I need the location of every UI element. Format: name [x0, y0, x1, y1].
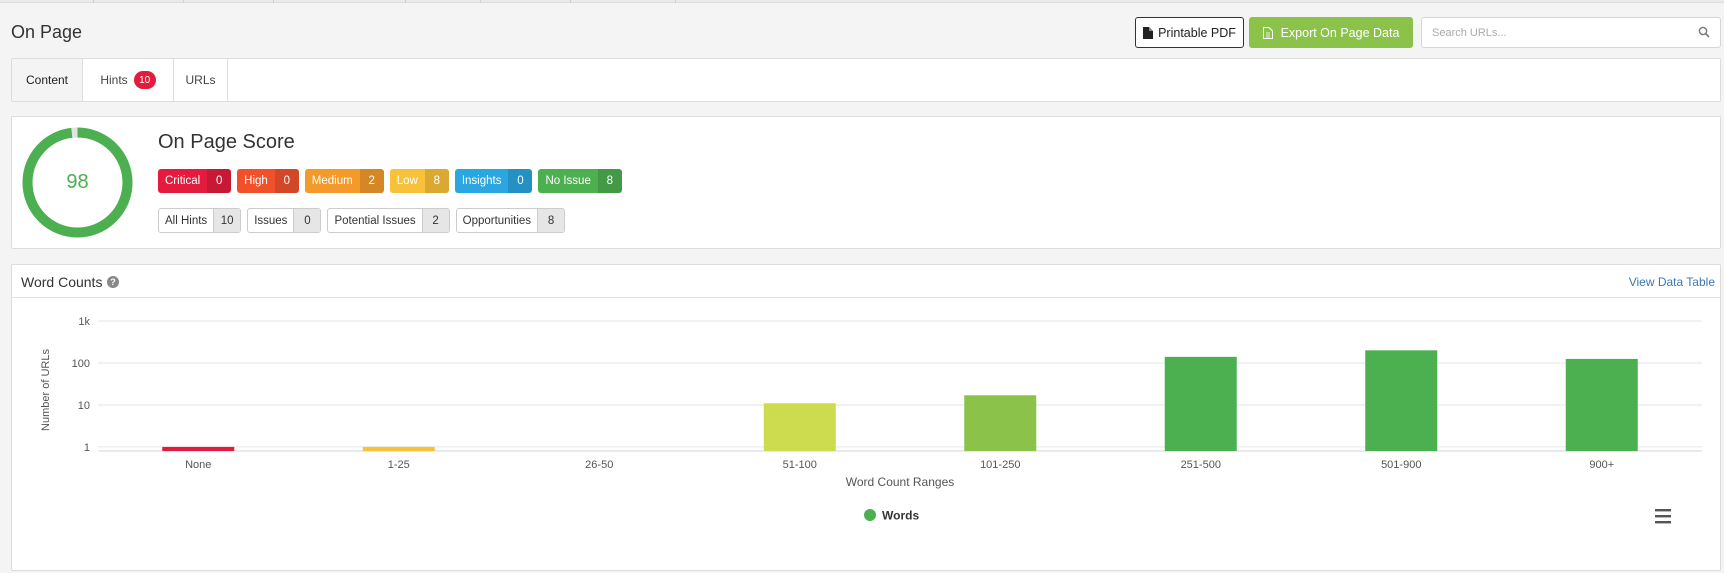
y-tick-label: 100: [72, 358, 90, 370]
hint-count: 2: [421, 209, 449, 232]
export-label: Export On Page Data: [1280, 25, 1400, 40]
legend-marker: [864, 509, 876, 521]
bar: [1365, 350, 1438, 451]
page-title: On Page: [11, 22, 83, 42]
chart-menu-icon[interactable]: [1655, 515, 1671, 518]
hint-count: 0: [293, 209, 321, 232]
y-tick-label: 1k: [78, 316, 90, 328]
score-value: 98: [66, 171, 89, 193]
x-axis-title: Word Count Ranges: [846, 475, 955, 489]
hint-type-filters: All Hints 10 Issues 0 Potential Issues 2…: [158, 208, 566, 233]
tab-hints[interactable]: Hints 10: [83, 59, 174, 101]
severity-count: 8: [597, 169, 622, 193]
hint-label: Opportunities: [462, 214, 532, 227]
word-counts-header: Word Counts ? View Data Table: [12, 265, 1720, 298]
x-tick-label: 101-250: [980, 459, 1020, 471]
y-tick-label: 1: [84, 442, 90, 454]
hint-label: Potential Issues: [334, 214, 416, 227]
top-tab-strip: [0, 0, 1724, 3]
word-counts-panel: Word Counts ? View Data Table 1 10 100 1k No…: [11, 264, 1721, 571]
spreadsheet-file-icon: [1262, 26, 1273, 39]
search-urls-input[interactable]: [1422, 18, 1682, 47]
severity-count: 0: [207, 169, 232, 193]
severity-low[interactable]: Low 8: [389, 169, 449, 193]
printable-pdf-label: Printable PDF: [1158, 25, 1236, 40]
severity-label: Medium: [311, 175, 353, 187]
x-tick-label: 501-900: [1381, 459, 1421, 471]
severity-critical[interactable]: Critical 0: [158, 169, 232, 193]
severity-filters: Critical 0 High 0 Medium 2 Low 8 Insight…: [158, 169, 622, 193]
search-urls-box: [1421, 17, 1721, 48]
filter-all-hints[interactable]: All Hints 10: [158, 208, 242, 233]
x-tick-label: None: [185, 459, 211, 471]
export-on-page-data-button[interactable]: Export On Page Data: [1249, 17, 1413, 48]
severity-count: 0: [508, 169, 533, 193]
severity-medium[interactable]: Medium 2: [304, 169, 384, 193]
tab-content-label: Content: [25, 73, 69, 87]
word-counts-chart: 1 10 100 1k None 1-25 26-50 51-100 101-250 251-50…: [40, 316, 1702, 524]
hint-count: 8: [537, 209, 565, 232]
hint-label: Issues: [254, 214, 288, 227]
tab-urls-label: URLs: [185, 73, 216, 87]
x-tick-label: 51-100: [783, 459, 817, 471]
severity-label: Low: [396, 175, 418, 187]
printable-pdf-button[interactable]: Printable PDF: [1135, 17, 1244, 48]
word-counts-title: Word Counts ?: [21, 274, 120, 290]
x-tick-label: 1-25: [388, 459, 410, 471]
severity-no-issue[interactable]: No Issue 8: [538, 169, 622, 193]
bar: [162, 446, 235, 451]
x-tick-label: 900+: [1589, 459, 1614, 471]
severity-insights[interactable]: Insights 0: [454, 169, 533, 193]
y-axis-title: Number of URLs: [40, 349, 52, 431]
y-tick-label: 10: [78, 400, 90, 412]
legend-label: Words: [882, 509, 919, 523]
severity-high[interactable]: High 0: [237, 169, 299, 193]
x-tick-label: 26-50: [585, 459, 613, 471]
score-title: On Page Score: [158, 131, 295, 153]
tab-urls[interactable]: URLs: [174, 59, 228, 101]
severity-count: 8: [424, 169, 449, 193]
section-tabs: Content Hints 10 URLs: [11, 58, 1721, 102]
bar: [1565, 358, 1638, 451]
tab-hints-label: Hints: [100, 73, 128, 87]
x-tick-label: 251-500: [1181, 459, 1221, 471]
word-counts-title-text: Word Counts: [21, 274, 103, 290]
bar: [763, 403, 836, 451]
help-icon[interactable]: ?: [107, 276, 120, 288]
tab-content[interactable]: Content: [12, 59, 83, 101]
severity-label: No Issue: [545, 175, 591, 187]
bar: [964, 395, 1037, 451]
hints-count-badge: 10: [133, 71, 156, 89]
severity-label: Insights: [461, 175, 502, 187]
chart-menu-icon[interactable]: [1655, 521, 1671, 524]
view-data-table-link[interactable]: View Data Table: [1629, 275, 1715, 289]
filter-opportunities[interactable]: Opportunities 8: [455, 208, 566, 233]
on-page-score-panel: 98 On Page Score Critical 0 High 0 Mediu…: [11, 116, 1721, 249]
bar: [1164, 356, 1237, 451]
chart-menu-icon[interactable]: [1655, 509, 1671, 512]
document-icon: [1143, 26, 1154, 39]
severity-count: 2: [359, 169, 384, 193]
filter-issues[interactable]: Issues 0: [247, 208, 322, 233]
filter-potential-issues[interactable]: Potential Issues 2: [327, 208, 450, 233]
svg-text:?: ?: [111, 277, 117, 287]
bar: [362, 446, 435, 451]
severity-label: Critical: [165, 175, 201, 187]
search-icon[interactable]: [1698, 26, 1710, 38]
severity-label: High: [244, 175, 268, 187]
hint-count: 10: [213, 209, 241, 232]
hint-label: All Hints: [165, 214, 208, 227]
severity-count: 0: [274, 169, 299, 193]
